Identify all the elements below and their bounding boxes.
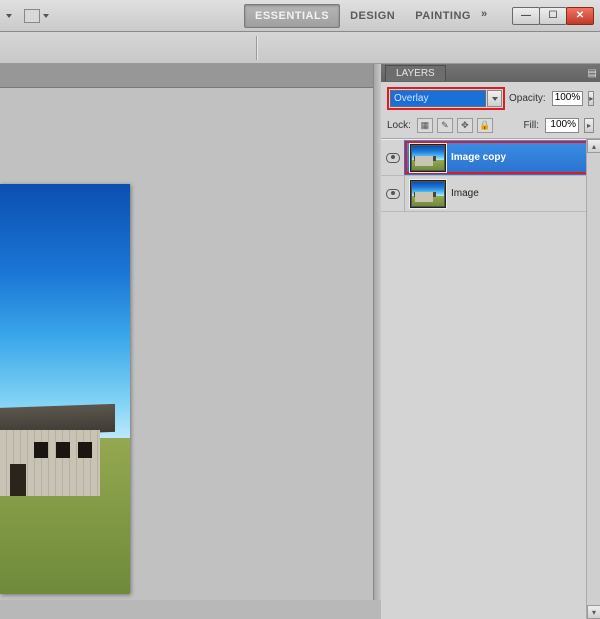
layer-row[interactable]: Image copy — [381, 140, 600, 176]
more-workspaces-icon[interactable]: » — [481, 8, 497, 24]
scroll-up-button[interactable]: ▴ — [587, 139, 600, 153]
minimize-button[interactable]: — — [512, 7, 540, 25]
opacity-label: Opacity: — [509, 93, 546, 104]
layer-visibility-toggle[interactable] — [381, 140, 405, 175]
workspace-tab-painting[interactable]: PAINTING — [405, 5, 481, 27]
layer-name[interactable]: Image — [451, 188, 479, 199]
blend-mode-dropdown-button[interactable] — [487, 90, 502, 107]
lock-image-pixels-icon[interactable]: ✎ — [437, 118, 453, 133]
maximize-button[interactable]: ☐ — [539, 7, 567, 25]
layer-thumbnail[interactable] — [411, 145, 445, 171]
workspace-switcher: ESSENTIALS DESIGN PAINTING » — [244, 4, 497, 28]
document-tab-bar[interactable] — [0, 64, 380, 88]
workspace-tab-design[interactable]: DESIGN — [340, 5, 405, 27]
layers-panel-body: Overlay Opacity: 100% ▸ Lock: ▦ ✎ ✥ 🔒 Fi… — [381, 82, 600, 619]
window-controls: — ☐ ✕ — [513, 7, 594, 25]
fill-label: Fill: — [523, 120, 539, 131]
document-canvas[interactable] — [0, 184, 130, 594]
eye-icon — [386, 189, 400, 199]
layers-scrollbar[interactable]: ▴ ▾ — [586, 139, 600, 619]
app-menubar: ESSENTIALS DESIGN PAINTING » — ☐ ✕ — [0, 0, 600, 32]
blend-mode-select[interactable]: Overlay — [390, 90, 486, 107]
lock-position-icon[interactable]: ✥ — [457, 118, 473, 133]
chevron-down-icon[interactable] — [6, 14, 12, 18]
layers-list: Image copy Image — [381, 139, 600, 212]
blend-mode-row: Overlay Opacity: 100% ▸ — [381, 82, 600, 115]
layer-row[interactable]: Image — [381, 176, 600, 212]
fill-input[interactable]: 100% — [545, 118, 579, 133]
panels-column: LAYERS ▤ Overlay Opacity: 100% ▸ Lock: ▦… — [380, 64, 600, 600]
layer-name[interactable]: Image copy — [451, 152, 506, 163]
layers-panel-tab[interactable]: LAYERS — [385, 65, 446, 81]
layers-list-container: Image copy Image ▴ ▾ — [381, 139, 600, 619]
chevron-down-icon — [492, 97, 498, 101]
chevron-down-icon[interactable] — [43, 14, 49, 18]
opacity-flyout-button[interactable]: ▸ — [588, 91, 594, 106]
lock-row: Lock: ▦ ✎ ✥ 🔒 Fill: 100% ▸ — [381, 115, 600, 139]
screen-mode-icon[interactable] — [24, 9, 40, 23]
scroll-down-button[interactable]: ▾ — [587, 605, 600, 619]
annotation-highlight: Overlay — [387, 87, 505, 110]
eye-icon — [386, 153, 400, 163]
panel-resize-grip[interactable] — [373, 64, 381, 600]
canvas-background[interactable] — [0, 88, 380, 600]
lock-all-icon[interactable]: 🔒 — [477, 118, 493, 133]
lock-label: Lock: — [387, 120, 411, 131]
layer-visibility-toggle[interactable] — [381, 176, 405, 211]
panel-flyout-menu-icon[interactable]: ▤ — [588, 68, 596, 79]
options-bar — [0, 32, 600, 64]
opacity-input[interactable]: 100% — [552, 91, 584, 106]
close-button[interactable]: ✕ — [566, 7, 594, 25]
work-area — [0, 64, 380, 600]
workspace-tab-essentials[interactable]: ESSENTIALS — [244, 4, 340, 28]
layers-panel-header: LAYERS ▤ — [381, 64, 600, 82]
fill-flyout-button[interactable]: ▸ — [584, 118, 594, 133]
lock-transparent-pixels-icon[interactable]: ▦ — [417, 118, 433, 133]
layer-thumbnail[interactable] — [411, 181, 445, 207]
